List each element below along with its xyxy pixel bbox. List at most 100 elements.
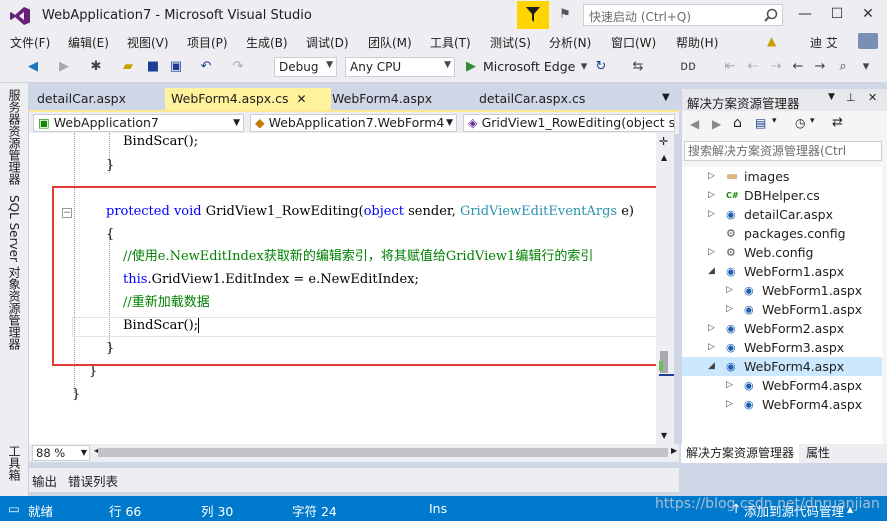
window-position-icon[interactable]: ▼: [828, 92, 835, 102]
expanded-arrow-icon[interactable]: ◢: [708, 262, 715, 281]
toolbox-tab[interactable]: 工具箱: [6, 445, 23, 481]
collapsed-arrow-icon[interactable]: ▷: [708, 167, 715, 186]
tab-solution-explorer[interactable]: 解决方案资源管理器: [681, 444, 800, 463]
browser-link-icon[interactable]: ⇆: [630, 59, 646, 75]
toolbar-overflow-icon[interactable]: ▾: [858, 59, 874, 75]
solution-search-input[interactable]: 搜索解决方案资源管理器(Ctrl: [684, 141, 882, 161]
menu-edit[interactable]: 编辑(E): [68, 34, 109, 51]
tree-item[interactable]: ◢ ◉ WebForm4.aspx: [682, 357, 882, 376]
menu-build[interactable]: 生成(B): [246, 34, 288, 51]
server-explorer-tab[interactable]: 服务器资源管理器: [6, 89, 23, 185]
sql-server-object-explorer-tab[interactable]: SQL Server 对象资源管理器: [6, 195, 23, 350]
warning-icon[interactable]: ▲: [767, 34, 776, 48]
collapsed-arrow-icon[interactable]: ▷: [708, 338, 715, 357]
solution-configuration-select[interactable]: Debug ▼: [274, 57, 337, 77]
pin-icon[interactable]: ⊥: [846, 91, 856, 104]
feedback-icon[interactable]: ⚑: [556, 6, 574, 24]
navigate-back-icon[interactable]: ◀: [25, 59, 41, 75]
tab-properties[interactable]: 属性: [801, 444, 835, 463]
bookmark-next-icon[interactable]: ⇢: [768, 59, 784, 75]
tree-item[interactable]: ▷ ◉ detailCar.aspx: [682, 205, 882, 224]
expanded-arrow-icon[interactable]: ◢: [708, 357, 715, 376]
start-debugging-button[interactable]: Microsoft Edge: [483, 59, 575, 74]
close-icon[interactable]: ✕: [297, 92, 307, 106]
menu-analyze[interactable]: 分析(N): [549, 34, 591, 51]
tree-item[interactable]: ▷ ◉ WebForm4.aspx: [682, 376, 882, 395]
start-debugging-icon[interactable]: ▶: [463, 59, 479, 75]
menu-file[interactable]: 文件(F): [10, 34, 50, 51]
notification-filter-button[interactable]: [517, 1, 549, 29]
forward-icon[interactable]: ▶: [712, 117, 721, 131]
collapsed-arrow-icon[interactable]: ▷: [708, 243, 715, 262]
menu-debug[interactable]: 调试(D): [306, 34, 349, 51]
split-editor-icon[interactable]: ✛: [659, 135, 668, 148]
new-project-icon[interactable]: ✱: [88, 59, 104, 75]
tree-item[interactable]: ▷ ◉ WebForm4.aspx: [682, 395, 882, 414]
menu-window[interactable]: 窗口(W): [611, 34, 656, 51]
chevron-down-icon[interactable]: ▾: [576, 59, 592, 75]
menu-tools[interactable]: 工具(T): [430, 34, 471, 51]
collapsed-arrow-icon[interactable]: ▷: [726, 281, 733, 300]
close-button[interactable]: ✕: [857, 4, 879, 24]
save-all-icon[interactable]: ▣: [168, 59, 184, 75]
tab-output[interactable]: 输出: [32, 471, 57, 490]
collapsed-arrow-icon[interactable]: ▷: [708, 319, 715, 338]
arrow-right-icon[interactable]: →: [812, 59, 828, 75]
quick-launch-input[interactable]: 快速启动 (Ctrl+Q): [583, 4, 783, 26]
scroll-up-icon[interactable]: ▲: [661, 153, 667, 162]
tab-webform4-aspx[interactable]: WebForm4.aspx: [326, 88, 438, 110]
tree-item[interactable]: ⚙ packages.config: [682, 224, 882, 243]
scroll-down-icon[interactable]: ▼: [661, 431, 667, 440]
tree-item[interactable]: ▷ ▬ images: [682, 167, 882, 186]
collapsed-arrow-icon[interactable]: ▷: [726, 300, 733, 319]
tree-item[interactable]: ◢ ◉ WebForm1.aspx: [682, 262, 882, 281]
navigate-forward-icon[interactable]: ▶: [56, 59, 72, 75]
collapsed-arrow-icon[interactable]: ▷: [726, 376, 733, 395]
horizontal-scrollbar-thumb[interactable]: [98, 448, 668, 457]
sync-icon[interactable]: ⇄: [832, 115, 843, 130]
tree-item[interactable]: ▷ ◉ WebForm1.aspx: [682, 300, 882, 319]
user-avatar[interactable]: [858, 33, 878, 49]
bookmark-prev-icon[interactable]: ⇠: [745, 59, 761, 75]
open-folder-icon[interactable]: ▰: [120, 59, 136, 75]
menu-project[interactable]: 项目(P): [187, 34, 228, 51]
refresh-icon[interactable]: ↻: [593, 59, 609, 75]
menu-team[interactable]: 团队(M): [368, 34, 412, 51]
tab-error-list[interactable]: 错误列表: [68, 471, 118, 490]
format-icon[interactable]: ᴅᴅ: [680, 59, 696, 75]
close-icon[interactable]: ✕: [868, 91, 877, 104]
solution-platform-select[interactable]: Any CPU ▼: [345, 57, 455, 77]
zoom-level-select[interactable]: 88 % ▼: [32, 445, 90, 461]
arrow-left-icon[interactable]: ←: [790, 59, 806, 75]
redo-icon[interactable]: ↷: [230, 59, 246, 75]
tab-detailcar-aspx[interactable]: detailCar.aspx: [31, 88, 132, 110]
tree-item[interactable]: ▷ ◉ WebForm3.aspx: [682, 338, 882, 357]
collapsed-arrow-icon[interactable]: ▷: [726, 395, 733, 414]
menu-view[interactable]: 视图(V): [127, 34, 169, 51]
back-icon[interactable]: ◀: [690, 117, 699, 131]
home-icon[interactable]: ⌂: [733, 115, 742, 131]
member-dropdown[interactable]: ◈ GridView1_RowEditing(object s: [463, 114, 675, 132]
chevron-down-icon[interactable]: ▾: [772, 116, 777, 126]
minimize-button[interactable]: —: [794, 4, 816, 24]
tree-item[interactable]: ▷ ⚙ Web.config: [682, 243, 882, 262]
tab-webform4-aspx-cs[interactable]: WebForm4.aspx.cs ✕: [165, 88, 331, 110]
tab-detailcar-aspx-cs[interactable]: detailCar.aspx.cs: [473, 88, 591, 110]
save-icon[interactable]: ■: [145, 59, 161, 75]
bookmark-icon[interactable]: ⇤: [722, 59, 738, 75]
editor-vertical-scrollbar[interactable]: ✛ ▲ ▼: [656, 133, 674, 444]
collapsed-arrow-icon[interactable]: ▷: [708, 205, 715, 224]
tree-item[interactable]: ▷ C# DBHelper.cs: [682, 186, 882, 205]
maximize-button[interactable]: ☐: [826, 4, 848, 24]
menu-test[interactable]: 测试(S): [490, 34, 531, 51]
undo-icon[interactable]: ↶: [198, 59, 214, 75]
chevron-down-icon[interactable]: ▾: [810, 116, 815, 126]
pending-changes-filter-icon[interactable]: ◷: [795, 116, 805, 130]
collapsed-arrow-icon[interactable]: ▷: [708, 186, 715, 205]
scroll-right-icon[interactable]: ▶: [671, 446, 677, 455]
tab-list-dropdown-icon[interactable]: ▼: [662, 92, 670, 103]
find-icon[interactable]: ⌕: [835, 59, 851, 75]
menu-help[interactable]: 帮助(H): [676, 34, 718, 51]
tree-item[interactable]: ▷ ◉ WebForm1.aspx: [682, 281, 882, 300]
class-dropdown[interactable]: ◆ WebApplication7.WebForm4 ▼: [250, 114, 457, 132]
